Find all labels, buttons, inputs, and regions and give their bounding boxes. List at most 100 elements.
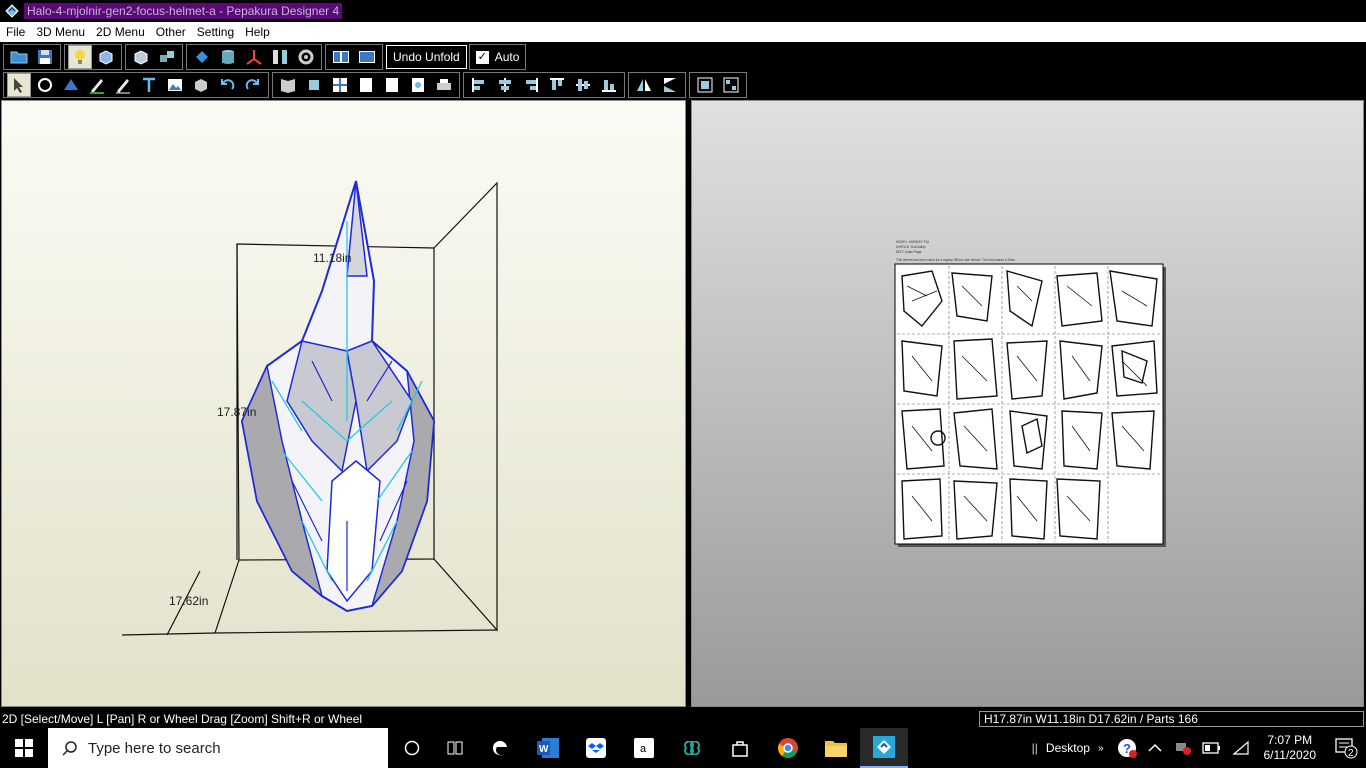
auto-arrange-button[interactable] xyxy=(719,73,743,97)
rotate-view-button[interactable] xyxy=(94,45,118,69)
task-view-button[interactable] xyxy=(436,728,476,768)
menu-2d[interactable]: 2D Menu xyxy=(90,22,150,42)
auto-checkbox[interactable]: ✓ xyxy=(475,50,489,64)
text-button[interactable] xyxy=(137,73,161,97)
helmet-3d-view[interactable]: 11.18in 17.87in 17.62in xyxy=(2,101,687,708)
menu-help[interactable]: Help xyxy=(239,22,275,42)
align-top-button[interactable] xyxy=(545,73,569,97)
toolbar-bottom xyxy=(0,71,1366,99)
clock-time: 7:07 PM xyxy=(1267,733,1313,747)
save-button[interactable] xyxy=(33,45,57,69)
sheet-header-line-4: This helmet has been sized for a regular… xyxy=(896,258,1016,262)
edit-tools xyxy=(186,44,322,70)
align-middle-button[interactable] xyxy=(571,73,595,97)
chrome-icon xyxy=(778,738,798,758)
join-button[interactable] xyxy=(59,73,83,97)
box-button[interactable] xyxy=(189,73,213,97)
book-icon xyxy=(281,79,295,93)
light-button[interactable] xyxy=(68,45,92,69)
help-icon[interactable]: ? xyxy=(1116,737,1138,759)
start-button[interactable] xyxy=(0,728,48,768)
select-move-button[interactable] xyxy=(7,73,31,97)
menu-setting[interactable]: Setting xyxy=(191,22,239,42)
split-view-button[interactable] xyxy=(329,45,353,69)
flip-horizontal-button[interactable] xyxy=(632,73,656,97)
sheet-header: MODEL: MONKEY FILI UNFOLD: DocGalley EDI… xyxy=(896,240,1016,262)
store-bag-icon xyxy=(732,741,748,757)
search-icon xyxy=(62,741,77,756)
cubes-button[interactable] xyxy=(155,45,179,69)
align-right-button[interactable] xyxy=(519,73,543,97)
chevron-up-icon[interactable] xyxy=(1147,743,1162,753)
action-center-button[interactable]: 2 xyxy=(1326,737,1366,759)
menu-other[interactable]: Other xyxy=(150,22,191,42)
status-bar: 2D [Select/Move] L [Pan] R or Wheel Drag… xyxy=(0,710,1366,728)
cylinder-icon xyxy=(222,50,234,64)
redo-button[interactable] xyxy=(241,73,265,97)
edge-button[interactable] xyxy=(476,728,524,768)
status-mode-hint: 2D [Select/Move] L [Pan] R or Wheel Drag… xyxy=(2,712,363,726)
grid-button[interactable] xyxy=(328,73,352,97)
clock[interactable]: 7:07 PM 6/11/2020 xyxy=(1254,733,1327,763)
arduino-button[interactable] xyxy=(668,728,716,768)
store-button[interactable] xyxy=(716,728,764,768)
fold-line-button[interactable] xyxy=(85,73,109,97)
flip-vertical-button[interactable] xyxy=(658,73,682,97)
pepakura-taskbar-button[interactable] xyxy=(860,728,908,768)
columns-button[interactable] xyxy=(268,45,292,69)
arrange-button[interactable] xyxy=(693,73,717,97)
arrange-icon xyxy=(697,77,713,93)
axis-button[interactable] xyxy=(242,45,266,69)
cube-button[interactable] xyxy=(129,45,153,69)
line-button[interactable] xyxy=(111,73,135,97)
search-placeholder: Type here to search xyxy=(88,739,221,757)
view-3d-pane[interactable]: 11.18in 17.87in 17.62in xyxy=(1,100,686,707)
printer-icon xyxy=(437,79,451,90)
dropbox-icon xyxy=(586,738,606,758)
cylinder-button[interactable] xyxy=(216,45,240,69)
flip-tools xyxy=(628,72,686,98)
view-2d-pane[interactable]: MODEL: MONKEY FILI UNFOLD: DocGalley EDI… xyxy=(691,100,1364,707)
align-bottom-icon xyxy=(602,80,616,92)
export-button[interactable] xyxy=(406,73,430,97)
cortana-button[interactable] xyxy=(388,728,436,768)
image-button[interactable] xyxy=(163,73,187,97)
cortana-circle-icon xyxy=(404,740,420,756)
wifi-icon[interactable] xyxy=(1231,740,1250,756)
status-dimensions: H17.87in W11.18in D17.62in / Parts 166 xyxy=(979,711,1364,727)
toolbar-expand-icon[interactable]: » xyxy=(1098,743,1104,754)
file-explorer-button[interactable] xyxy=(812,728,860,768)
undo-unfold-button[interactable]: Undo Unfold xyxy=(386,45,467,69)
menu-file[interactable]: File xyxy=(0,22,30,42)
undo-button[interactable] xyxy=(215,73,239,97)
system-tray: || Desktop » ? 7:07 PM 6/11/2020 2 xyxy=(1032,728,1366,768)
open-button[interactable] xyxy=(7,45,31,69)
rotate-part-button[interactable] xyxy=(33,73,57,97)
folder-icon xyxy=(825,741,847,757)
settings-button[interactable] xyxy=(294,45,318,69)
unfold-2d-view[interactable]: MODEL: MONKEY FILI UNFOLD: DocGalley EDI… xyxy=(692,101,1365,708)
sheet-header-line-2: UNFOLD: DocGalley xyxy=(896,245,926,249)
fit-button[interactable] xyxy=(302,73,326,97)
page-button[interactable] xyxy=(380,73,404,97)
taskbar-search[interactable]: Type here to search xyxy=(48,728,388,768)
network-alert-icon[interactable] xyxy=(1174,740,1192,756)
menu-3d[interactable]: 3D Menu xyxy=(30,22,90,42)
auto-toggle[interactable]: ✓ Auto xyxy=(468,44,527,70)
align-center-button[interactable] xyxy=(493,73,517,97)
battery-icon[interactable] xyxy=(1201,742,1222,754)
desktop-toolbar-label[interactable]: Desktop xyxy=(1046,741,1090,755)
chrome-button[interactable] xyxy=(764,728,812,768)
single-view-button[interactable] xyxy=(355,45,379,69)
align-left-button[interactable] xyxy=(467,73,491,97)
page-number-button[interactable] xyxy=(354,73,378,97)
window-title: Halo-4-mjolnir-gen2-focus-helmet-a - Pep… xyxy=(24,3,343,19)
dropbox-button[interactable] xyxy=(572,728,620,768)
book-button[interactable] xyxy=(276,73,300,97)
word-button[interactable]: W xyxy=(524,728,572,768)
auto-arrange-icon xyxy=(723,77,739,93)
amazon-button[interactable]: a xyxy=(620,728,668,768)
paint-button[interactable] xyxy=(190,45,214,69)
print-button[interactable] xyxy=(432,73,456,97)
align-bottom-button[interactable] xyxy=(597,73,621,97)
